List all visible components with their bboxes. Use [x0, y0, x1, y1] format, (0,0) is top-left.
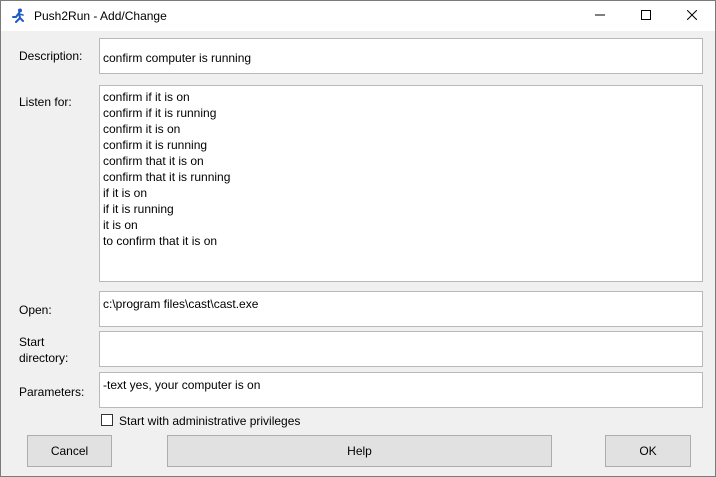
- listen-line: if it is on: [103, 186, 148, 200]
- close-button[interactable]: [669, 1, 715, 31]
- description-value: confirm computer is running: [103, 51, 252, 65]
- start-directory-label-line2: directory:: [19, 351, 69, 365]
- listen-line: confirm that it is running: [103, 170, 231, 184]
- listen-for-lines: confirm if it is on confirm if it is run…: [103, 89, 230, 249]
- open-field[interactable]: c:\program files\cast\cast.exe: [99, 291, 703, 327]
- running-person-icon: [10, 8, 26, 24]
- dialog-window: Push2Run - Add/Change Description: confi…: [0, 0, 716, 477]
- parameters-value: -text yes, your computer is on: [103, 378, 261, 392]
- title-bar[interactable]: Push2Run - Add/Change: [1, 1, 715, 31]
- listen-line: confirm it is on: [103, 122, 181, 136]
- start-directory-field[interactable]: [99, 331, 703, 367]
- minimize-icon: [595, 9, 605, 23]
- help-button[interactable]: Help: [167, 435, 552, 467]
- listen-for-label: Listen for:: [19, 95, 72, 109]
- ok-button[interactable]: OK: [605, 435, 691, 467]
- listen-line: to confirm that it is on: [103, 234, 218, 248]
- open-value: c:\program files\cast\cast.exe: [103, 297, 259, 311]
- parameters-field[interactable]: -text yes, your computer is on: [99, 372, 703, 408]
- description-field[interactable]: confirm computer is running: [99, 38, 703, 74]
- listen-line: confirm if it is on: [103, 90, 190, 104]
- start-directory-label-line1: Start: [19, 335, 45, 349]
- listen-line: if it is running: [103, 202, 174, 216]
- maximize-button[interactable]: [623, 1, 669, 31]
- admin-privileges-label[interactable]: Start with administrative privileges: [119, 414, 300, 428]
- description-label: Description:: [19, 49, 83, 63]
- cancel-button[interactable]: Cancel: [27, 435, 112, 467]
- listen-line: confirm that it is on: [103, 154, 204, 168]
- listen-line: it is on: [103, 218, 138, 232]
- close-icon: [686, 9, 698, 23]
- maximize-icon: [641, 9, 651, 23]
- open-label: Open:: [19, 303, 52, 317]
- listen-for-textarea[interactable]: confirm if it is on confirm if it is run…: [99, 85, 703, 282]
- listen-line: confirm it is running: [103, 138, 208, 152]
- minimize-button[interactable]: [577, 1, 623, 31]
- admin-privileges-checkbox[interactable]: [101, 414, 113, 426]
- window-title: Push2Run - Add/Change: [34, 9, 167, 23]
- parameters-label: Parameters:: [19, 385, 85, 399]
- listen-line: confirm if it is running: [103, 106, 217, 120]
